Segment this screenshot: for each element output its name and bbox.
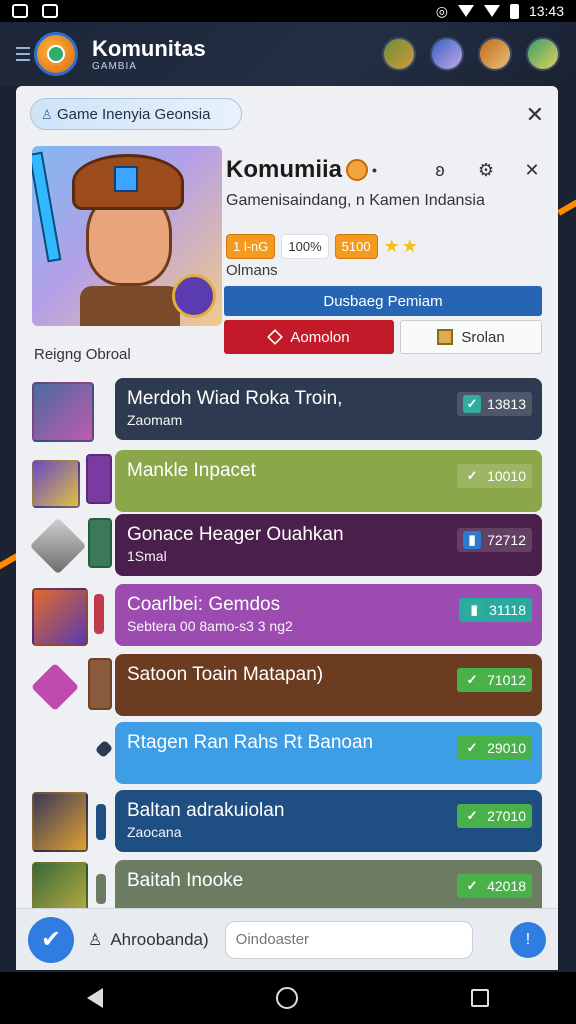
score-value: 71012: [487, 672, 526, 688]
red-action-label: Aomolon: [290, 328, 350, 346]
system-nav-bar: [0, 972, 576, 1024]
bottom-label: Ahroobanda): [110, 929, 209, 949]
chip: 5100: [334, 234, 378, 259]
list-item-bar[interactable]: Coarlbei: Gemdos Sebtera 00 8amo-s3 3 ng…: [115, 584, 542, 646]
hero-subtitle: Gamenisaindang, n Kamen Indansia: [226, 192, 485, 209]
mic-button[interactable]: !: [510, 921, 546, 958]
list-item-bar[interactable]: Mankle Inpacet ✓ 10010: [115, 450, 542, 512]
wifi-icon: [457, 5, 474, 17]
bottom-bar: ✔ ♙ Ahroobanda) !: [16, 908, 558, 970]
card-title: Game Inenyia Geonsia: [57, 105, 211, 123]
score-badge: ▮ 31118: [459, 598, 532, 622]
score-badge: ✓ 10010: [457, 464, 532, 488]
cube-icon: [267, 329, 284, 345]
score-badge: ✓ 29010: [457, 736, 532, 760]
primary-button[interactable]: Dusbaeg Pemiam: [224, 286, 542, 316]
settings-icon[interactable]: ⚙: [474, 160, 498, 181]
red-action-button[interactable]: Aomolon: [224, 320, 394, 354]
notification-icon: [12, 4, 28, 18]
score-badge: ✓ 13813: [457, 392, 532, 416]
close-icon[interactable]: ✕: [520, 160, 544, 181]
score-value: 72712: [487, 532, 526, 548]
score-value: 31118: [489, 602, 526, 618]
score-value: 10010: [487, 468, 526, 484]
score-badge: ✓ 71012: [457, 668, 532, 692]
hero-name-text: Komumiia: [226, 156, 343, 183]
alarm-icon: ◎: [435, 2, 448, 19]
header-avatars: [382, 37, 560, 71]
section-label: Reigng Obroal: [34, 346, 131, 363]
avatar[interactable]: [526, 37, 560, 71]
secondary-button-label: Srolan: [461, 328, 505, 346]
score-value: 27010: [487, 808, 526, 824]
list-item-bar[interactable]: Satoon Toain Matapan) ✓ 71012: [115, 654, 542, 716]
decorative-stripe: [557, 190, 576, 216]
hero-image: [32, 146, 222, 326]
score-badge: ✓ 42018: [457, 874, 532, 898]
signal-icon: [483, 5, 500, 17]
app-title: Komunitas: [92, 35, 206, 61]
recent-apps-icon[interactable]: [471, 989, 490, 1007]
list-item[interactable]: Satoon Toain Matapan) ✓ 71012: [16, 654, 558, 718]
check-button[interactable]: ✔: [28, 916, 74, 963]
list-item-bar[interactable]: Gonace Heager Ouahkan 1Smal ▮ 72712: [115, 514, 542, 576]
home-icon[interactable]: [275, 987, 298, 1009]
battery-icon: [509, 3, 519, 19]
coin-icon: [346, 159, 369, 181]
score-value: 13813: [487, 396, 526, 412]
avatar[interactable]: [382, 37, 416, 71]
list-item-bar[interactable]: Baltan adrakuiolan Zaocana ✓ 27010: [115, 790, 542, 852]
community-card: ♙ Game Inenyia Geonsia ✕ Komumiia • ʚ ⚙ …: [16, 86, 558, 970]
chip: 1 l-nG: [226, 234, 276, 259]
hero-name-suffix: •: [372, 162, 377, 178]
list-item[interactable]: Gonace Heager Ouahkan 1Smal ▮ 72712: [16, 514, 558, 578]
menu-icon[interactable]: [16, 47, 30, 61]
box-icon: [437, 329, 454, 345]
list-item[interactable]: Coarlbei: Gemdos Sebtera 00 8amo-s3 3 ng…: [16, 584, 558, 648]
check-icon: ✓: [463, 877, 482, 895]
message-input[interactable]: [224, 920, 473, 959]
check-icon: ✓: [466, 468, 478, 483]
list-item[interactable]: Merdoh Wiad Roka Troin, Zaomam ✓ 13813: [16, 378, 558, 442]
list-item-bar[interactable]: Rtagen Ran Rahs Rt Banoan ✓ 29010: [115, 722, 542, 784]
app-subtitle: GAMBIA: [92, 60, 137, 72]
list-item[interactable]: Baltan adrakuiolan Zaocana ✓ 27010: [16, 790, 558, 854]
person-icon: ♙: [88, 931, 103, 949]
chip: 100%: [281, 234, 329, 259]
avatar[interactable]: [478, 37, 512, 71]
secondary-button[interactable]: Srolan: [400, 320, 542, 354]
score-badge: ✓ 27010: [457, 804, 532, 828]
avatar[interactable]: [430, 37, 464, 71]
check-icon: ✓: [463, 807, 482, 825]
gallery-icon: [42, 4, 58, 18]
check-icon: ✓: [463, 395, 482, 413]
check-icon: ✓: [463, 671, 482, 689]
brand: Komunitas GAMBIA: [92, 35, 206, 72]
hero-name: Komumiia •: [226, 156, 377, 184]
card-title-pill: ♙ Game Inenyia Geonsia: [30, 98, 242, 130]
list-item[interactable]: Mankle Inpacet ✓ 10010: [16, 450, 558, 514]
chart-icon: ▮: [463, 531, 482, 549]
close-icon[interactable]: ✕: [526, 102, 544, 128]
hero-actions: ʚ ⚙ ✕: [428, 160, 544, 181]
status-bar: ◎ 13:43: [0, 0, 576, 22]
info-icon[interactable]: ʚ: [428, 160, 452, 181]
person-icon: ♙: [41, 107, 53, 122]
chart-icon: ▮: [465, 601, 484, 619]
score-badge: ▮ 72712: [457, 528, 532, 552]
score-value: 29010: [487, 740, 526, 756]
hero-label: Olmans: [226, 262, 278, 279]
app-header: Komunitas GAMBIA: [0, 22, 576, 86]
clock: 13:43: [528, 3, 564, 19]
list-item[interactable]: Rtagen Ran Rahs Rt Banoan ✓ 29010: [16, 722, 558, 786]
list-item-bar[interactable]: Merdoh Wiad Roka Troin, Zaomam ✓ 13813: [115, 378, 542, 440]
back-icon[interactable]: [86, 988, 103, 1008]
app-logo: [34, 32, 78, 76]
star-icon: ★★: [383, 236, 420, 256]
hero-chips: 1 l-nG 100% 5100 ★★: [226, 234, 420, 259]
score-value: 42018: [487, 878, 526, 894]
check-icon: ✓: [463, 739, 482, 757]
